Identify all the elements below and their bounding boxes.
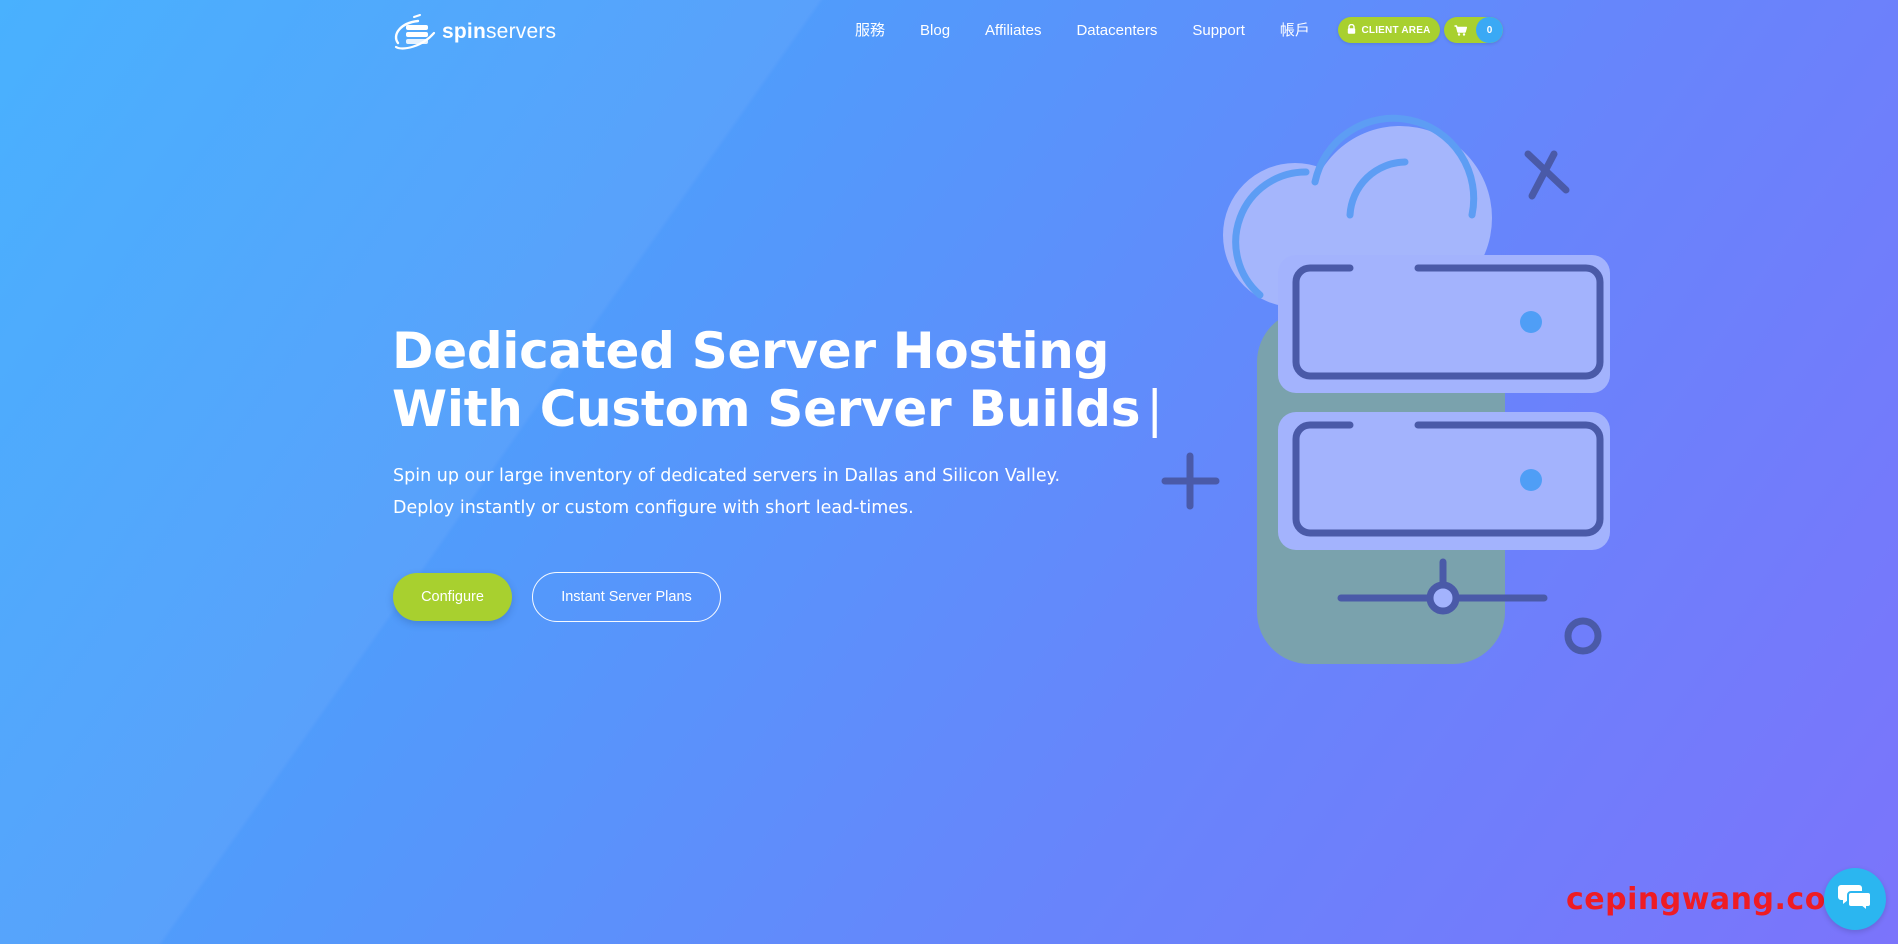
- spinning-server-logo-icon: [392, 13, 438, 51]
- x-mark-icon: [1524, 150, 1570, 200]
- client-area-button[interactable]: CLIENT AREA: [1338, 17, 1440, 43]
- site-header: spinservers 服務 Blog Affiliates Datacente…: [0, 0, 1898, 62]
- nav-item-services[interactable]: 服務: [855, 20, 885, 42]
- nav-item-blog[interactable]: Blog: [920, 20, 950, 42]
- chat-bubbles-icon: [1837, 882, 1873, 916]
- hero-subtitle-line-1: Spin up our large inventory of dedicated…: [393, 466, 1061, 486]
- hero-title: Dedicated Server Hosting With Custom Ser…: [392, 322, 1172, 438]
- cloud-server-illustration: [1150, 110, 1630, 670]
- nav-item-affiliates[interactable]: Affiliates: [985, 20, 1041, 42]
- cart-count-badge: 0: [1476, 17, 1503, 43]
- main-nav: 服務 Blog Affiliates Datacenters Support 帳…: [855, 20, 1345, 42]
- nav-item-account[interactable]: 帳戶: [1280, 20, 1310, 42]
- lock-icon: [1347, 23, 1356, 37]
- hero-title-line-2: With Custom Server Builds: [392, 380, 1141, 438]
- brand-name: spinservers: [442, 20, 557, 43]
- instant-server-plans-button[interactable]: Instant Server Plans: [532, 572, 721, 622]
- cart-button[interactable]: 0: [1444, 17, 1503, 43]
- configure-button[interactable]: Configure: [393, 573, 512, 621]
- brand-logo[interactable]: spinservers: [392, 12, 556, 52]
- ring-mark-icon: [1564, 617, 1602, 655]
- watermark-text: cepingwang.com: [1566, 882, 1858, 917]
- nav-item-support[interactable]: Support: [1192, 20, 1245, 42]
- chat-button[interactable]: [1824, 868, 1886, 930]
- client-area-label: CLIENT AREA: [1361, 24, 1431, 36]
- hero-subtitle: Spin up our large inventory of dedicated…: [393, 460, 1093, 524]
- nav-item-datacenters[interactable]: Datacenters: [1076, 20, 1157, 42]
- plus-mark-icon: [1161, 452, 1220, 510]
- hero-title-line-1: Dedicated Server Hosting: [392, 322, 1110, 380]
- shopping-cart-icon: [1444, 17, 1476, 43]
- hero-subtitle-line-2: Deploy instantly or custom configure wit…: [393, 498, 914, 518]
